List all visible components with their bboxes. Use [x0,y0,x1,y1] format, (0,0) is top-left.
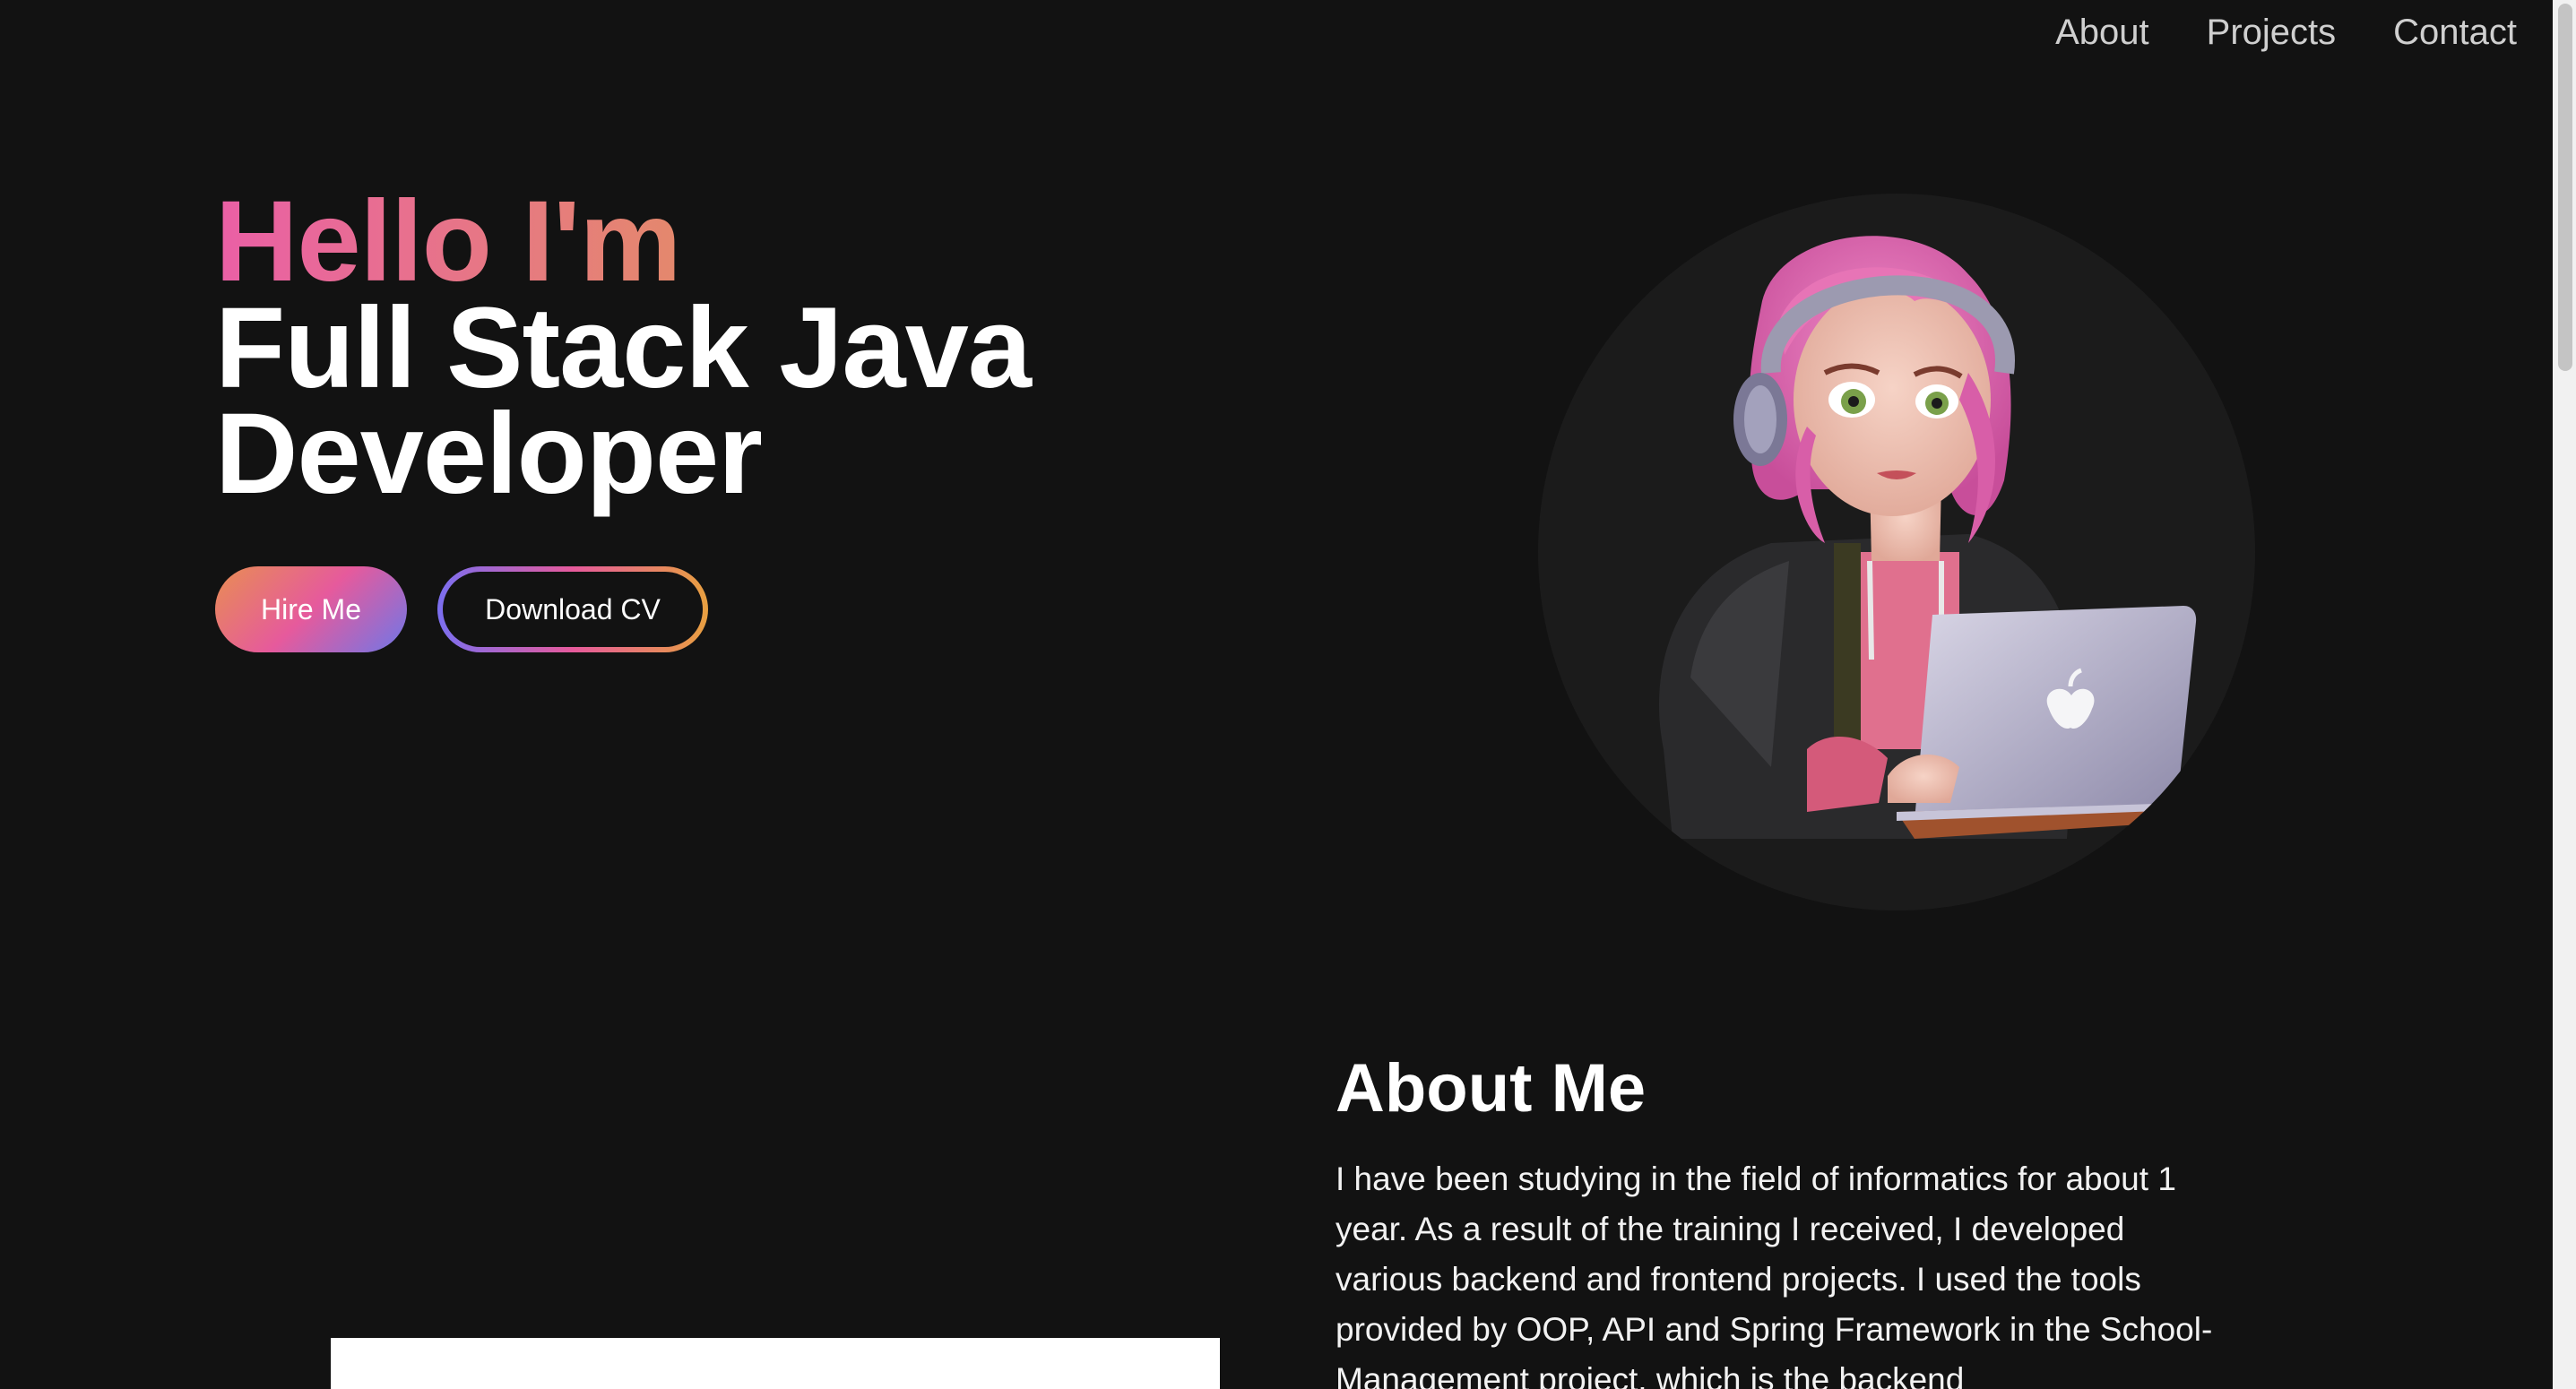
about-text: I have been studying in the field of inf… [1336,1160,2213,1389]
about-image [331,1338,1220,1389]
hero-heading: Hello I'm Full Stack Java Developer [215,185,1291,518]
hire-me-button[interactable]: Hire Me [215,566,407,652]
download-cv-button[interactable]: Download CV [437,566,708,652]
download-cv-label: Download CV [443,572,703,647]
hero-buttons: Hire Me Download CV [215,566,708,652]
scrollbar-thumb[interactable] [2558,4,2572,371]
about-section: About Me I have been studying in the fie… [1336,1048,2232,1389]
nav-about-link[interactable]: About [2055,5,2149,59]
hero-role: Full Stack Java Developer [215,284,1032,518]
avatar [1538,194,2255,910]
nav-contact-link[interactable]: Contact [2393,5,2517,59]
girl-with-laptop-avatar-icon [1659,236,2201,839]
page-scrollbar[interactable] [2553,0,2576,1389]
about-title: About Me [1336,1050,1647,1126]
nav-projects-link[interactable]: Projects [2207,5,2337,59]
hero-greeting: Hello I'm [215,185,1291,299]
top-nav: About Projects Contact [2055,5,2517,59]
portfolio-page: About Projects Contact Hello I'm Full St… [0,0,2576,1389]
